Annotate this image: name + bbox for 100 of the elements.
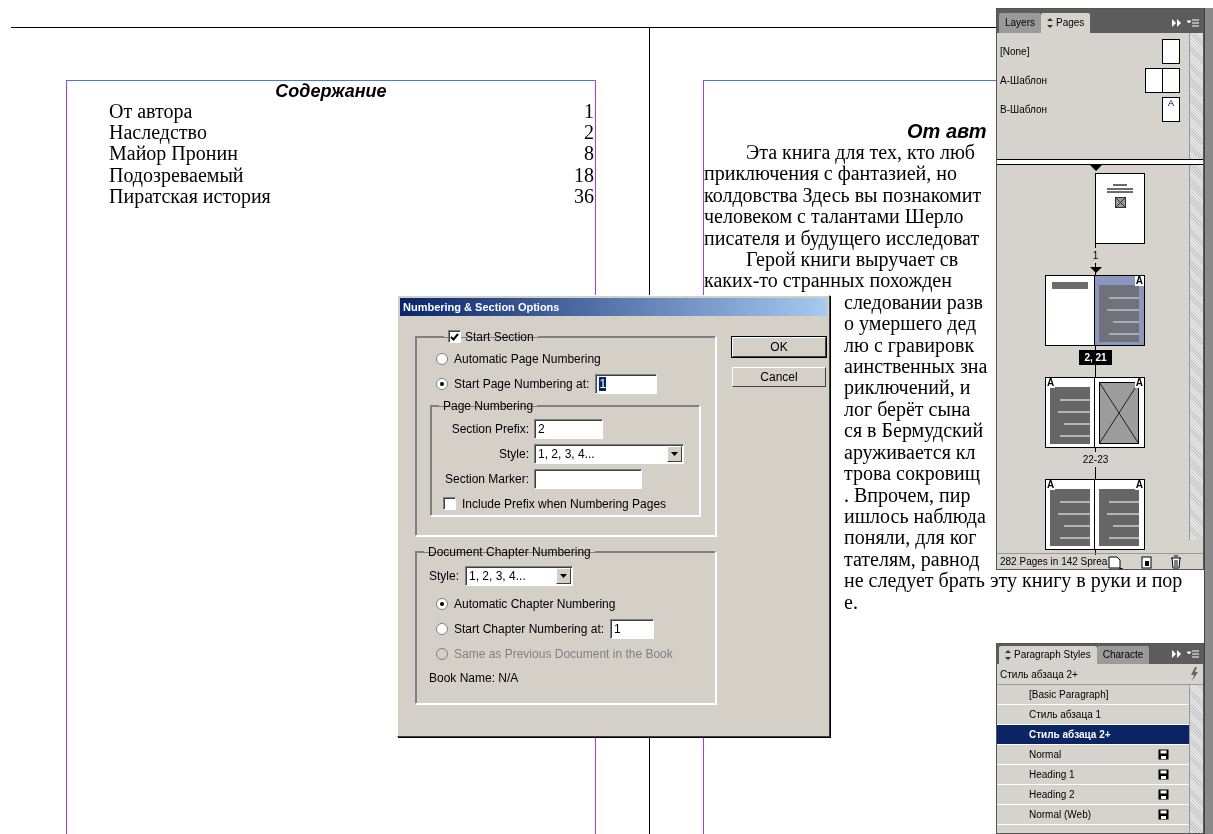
dialog-button[interactable]: OK (732, 337, 826, 357)
radio-button[interactable] (436, 622, 448, 635)
checkbox-label: Include Prefix when Numbering Pages (462, 496, 667, 511)
master-name[interactable]: [None] (1000, 46, 1030, 57)
field-label: Section Marker: (443, 472, 529, 486)
page-thumbnail[interactable]: A (1095, 479, 1145, 550)
dropdown-arrow-icon (670, 451, 679, 457)
style-list-item[interactable]: [Basic Paragraph] (997, 685, 1189, 705)
scrollbar[interactable] (1189, 165, 1203, 540)
toc-entry: От автора (109, 101, 193, 123)
style-list-item[interactable]: Стиль абзаца 2+ (997, 725, 1189, 745)
panel-menu-icon[interactable] (1186, 18, 1200, 28)
panel-menu-icon[interactable] (1186, 649, 1200, 659)
dialog-title: Numbering & Section Options (400, 298, 827, 316)
radio-button[interactable] (436, 352, 448, 365)
body-text-line: тателям, равнод (844, 548, 980, 571)
radio-label: Automatic Page Numbering (454, 351, 601, 366)
body-text-line: о умершего дед (844, 313, 977, 335)
master-letter: A (1046, 480, 1056, 490)
master-name[interactable]: B-Шаблон (1000, 104, 1048, 115)
page-thumbnail[interactable] (1045, 275, 1095, 346)
body-text-line: ся в Бермудский (844, 420, 984, 442)
start-section-checkbox[interactable] (448, 330, 461, 343)
toc-entry: Подозреваемый (109, 164, 244, 186)
master-thumbnail[interactable] (1162, 39, 1180, 64)
radio-label: Automatic Chapter Numbering (454, 596, 616, 611)
master-letter: A (1134, 276, 1144, 286)
panel-tab[interactable]: Paragraph Styles (999, 646, 1097, 664)
body-text-line: человеком с талантами Шерло (704, 206, 964, 228)
style-list-item[interactable]: Heading 2 (997, 785, 1189, 805)
radio-label: Same as Previous Document in the Book (454, 646, 673, 661)
sort-arrows-icon (1047, 18, 1053, 28)
body-text-line: трова сокровищ (844, 463, 981, 485)
group-label: Document Chapter Numbering (428, 544, 591, 559)
style-list-item[interactable]: Normal (997, 745, 1189, 765)
start-page-field[interactable]: 1 (595, 373, 658, 394)
body-text-line: писателя и будущего исследоват (704, 227, 980, 250)
book-name-text: Book Name: N/A (429, 670, 520, 687)
body-text-line: поняли, для ког (844, 527, 977, 549)
style-list-item[interactable]: Heading 1 (997, 765, 1189, 785)
master-thumbnail[interactable] (1145, 68, 1180, 93)
radio-button[interactable] (436, 597, 448, 610)
toc-entry: Майор Пронин (109, 143, 238, 165)
start-chapter-field[interactable]: 1 (610, 618, 655, 639)
page-thumbnail[interactable]: A (1095, 275, 1145, 346)
scrollbar[interactable] (1189, 33, 1203, 159)
collapse-icon[interactable] (1171, 649, 1182, 659)
text-page-drawing (1050, 387, 1090, 444)
spread-label[interactable]: 2, 21 (1079, 350, 1112, 365)
body-text-line: лог берёт сына (844, 398, 971, 421)
radio-button[interactable] (436, 377, 448, 390)
checkbox-label: Start Section (465, 329, 534, 344)
trash-icon[interactable] (1169, 554, 1183, 569)
master-name[interactable]: A-Шаблон (1000, 75, 1048, 86)
section-prefix-field[interactable]: 2 (534, 419, 603, 439)
body-text-line: риключений, и (844, 377, 971, 399)
new-page-icon[interactable] (1107, 553, 1124, 569)
text-page-drawing (1099, 285, 1139, 342)
chapter-title: От авт (907, 120, 988, 142)
page-thumbnail[interactable]: A (1045, 479, 1095, 550)
body-text-line: колдовства Здесь вы познакомит (704, 184, 982, 207)
body-text-line: аинственных зна (844, 356, 988, 378)
toc-entry: Наследство (109, 122, 207, 144)
section-marker-field[interactable] (534, 469, 642, 489)
lightning-icon[interactable] (1189, 667, 1199, 681)
style-list-item[interactable]: Normal (Web) (997, 805, 1189, 825)
panel-tab[interactable]: Layers (999, 13, 1041, 33)
toc-page-number: 2 (584, 122, 594, 144)
field-label: Style: (498, 447, 529, 461)
page-icon[interactable] (1140, 554, 1153, 569)
chapter-style-dropdown[interactable]: 1, 2, 3, 4... (465, 565, 573, 586)
dropdown-arrow-icon (559, 572, 568, 579)
check-icon (450, 332, 459, 341)
radio-label: Start Chapter Numbering at: (454, 621, 605, 636)
body-text-line: . Впрочем, пир (844, 484, 971, 506)
master-letter: A (1134, 480, 1144, 490)
dialog-button[interactable]: Cancel (732, 367, 826, 387)
page-thumbnail[interactable] (1095, 173, 1145, 244)
panel-tab[interactable]: Pages (1041, 13, 1091, 33)
collapse-icon[interactable] (1171, 18, 1182, 28)
toc-page-number: 8 (584, 143, 594, 165)
master-letter: A (1046, 378, 1056, 388)
style-dropdown[interactable]: 1, 2, 3, 4... (534, 444, 684, 464)
page-thumbnail[interactable]: A (1095, 377, 1145, 448)
body-text-line: каких-то странных похожден (704, 270, 952, 292)
sort-arrows-icon (1005, 650, 1011, 660)
body-text-line: лю с гравировк (844, 334, 975, 357)
title-page-drawing (1107, 184, 1133, 208)
toc-page-number: 18 (574, 164, 594, 186)
page-thumbnail[interactable]: A (1045, 377, 1095, 448)
text-page-drawing (1050, 489, 1090, 546)
master-thumbnail[interactable]: A (1162, 97, 1180, 122)
body-text-line: Эта книга для тех, кто люб (746, 142, 975, 164)
body-text-line: Герой книги выручает св (746, 249, 959, 271)
toc-page-number: 36 (574, 185, 594, 207)
toc-page-number: 1 (584, 101, 594, 123)
contents-title: Содержание (274, 81, 388, 101)
scrollbar[interactable] (1189, 685, 1203, 833)
include-prefix-checkbox[interactable] (443, 497, 456, 510)
panel-tab[interactable]: Characte (1096, 646, 1150, 664)
